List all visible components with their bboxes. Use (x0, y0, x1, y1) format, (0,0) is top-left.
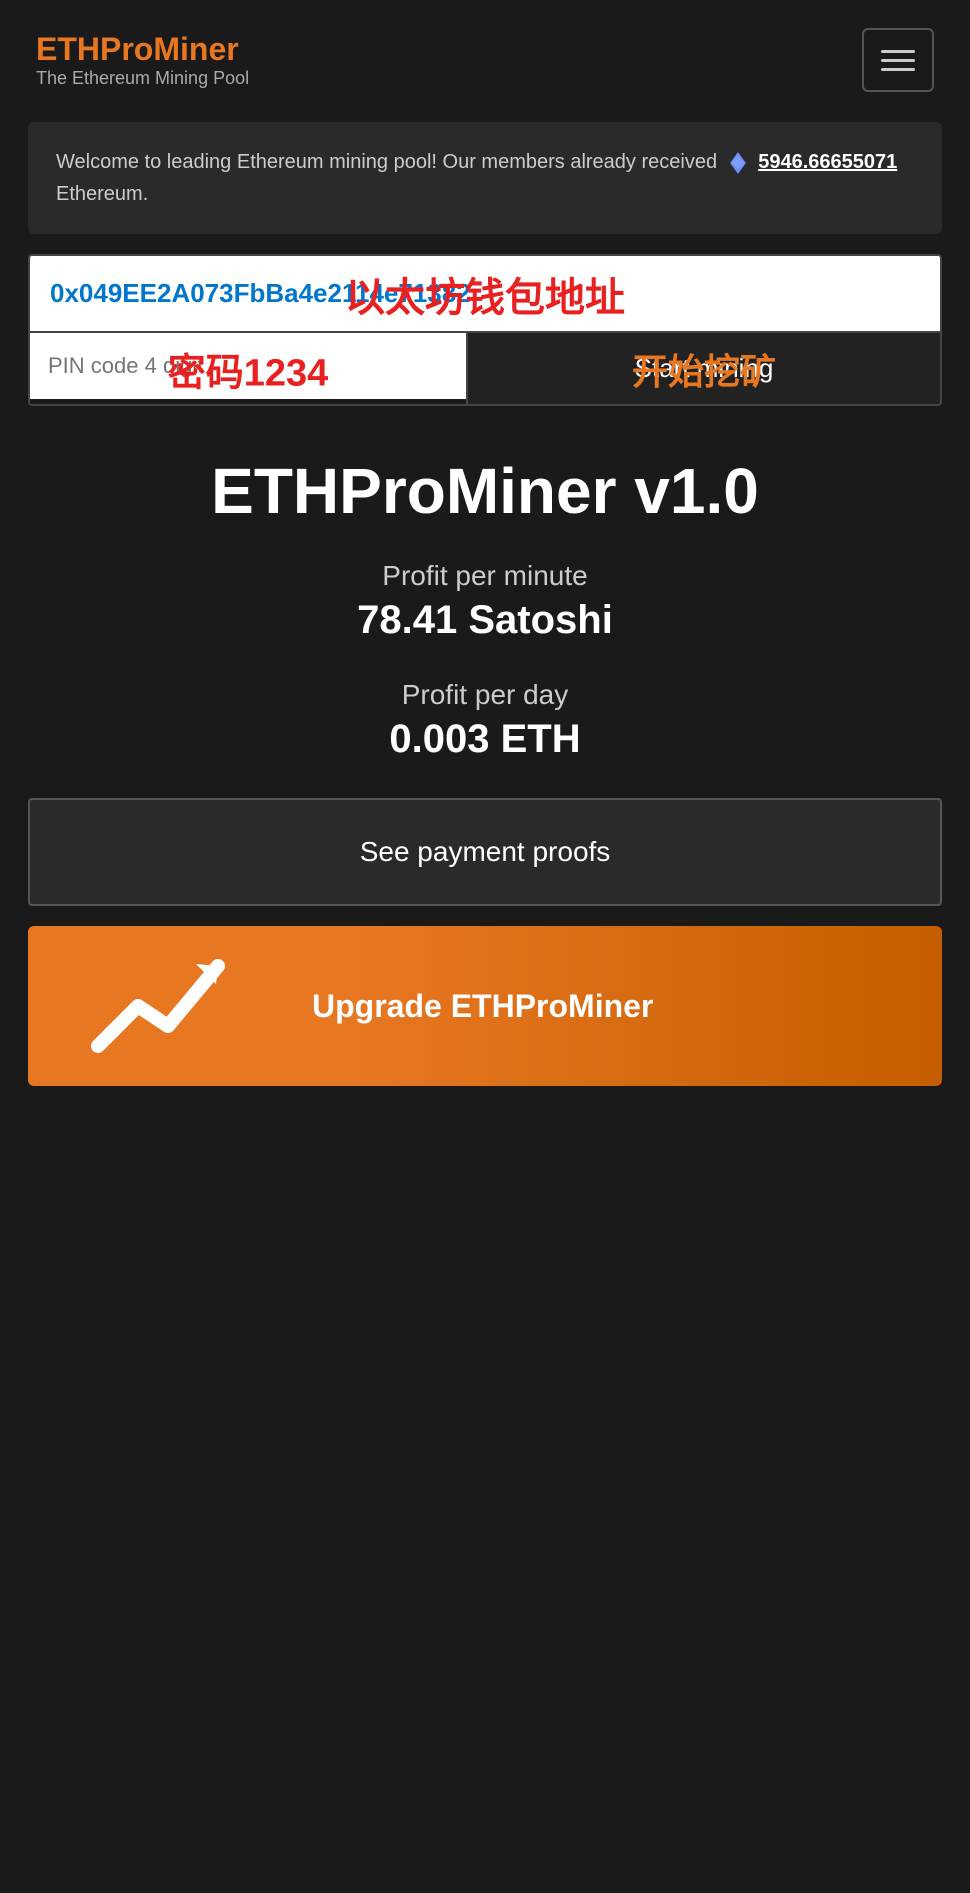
eth-amount: 5946.66655071 (758, 151, 897, 173)
profit-per-day-value: 0.003 ETH (28, 717, 942, 762)
upgrade-arrow-area (28, 926, 288, 1086)
wallet-input-wrapper: 以太坊钱包地址 (30, 256, 940, 333)
welcome-box: Welcome to leading Ethereum mining pool!… (28, 122, 942, 234)
logo-subtitle: The Ethereum Mining Pool (36, 68, 249, 89)
pin-input-wrapper: 密码1234 (30, 333, 468, 404)
profit-per-day-block: Profit per day 0.003 ETH (28, 679, 942, 762)
wallet-input[interactable] (30, 256, 940, 331)
payment-proofs-label: See payment proofs (360, 836, 611, 867)
header: ETHProMiner The Ethereum Mining Pool (0, 0, 970, 112)
upgrade-arrow-icon (88, 946, 228, 1066)
profit-per-day-label: Profit per day (28, 679, 942, 711)
hamburger-button[interactable] (862, 28, 934, 92)
profit-per-minute-value: 78.41 Satoshi (28, 598, 942, 643)
hamburger-line-3 (881, 68, 915, 71)
bottom-row: 密码1234 Start mining 开始挖矿 (30, 333, 940, 404)
hamburger-line-1 (881, 50, 915, 53)
logo-title: ETHProMiner (36, 31, 249, 68)
version-title: ETHProMiner v1.0 (28, 454, 942, 528)
input-section: 以太坊钱包地址 密码1234 Start mining 开始挖矿 (28, 254, 942, 406)
profit-per-minute-label: Profit per minute (28, 560, 942, 592)
upgrade-label: Upgrade ETHProMiner (312, 988, 653, 1024)
start-mining-label: Start mining (635, 353, 774, 383)
start-mining-button[interactable]: Start mining 开始挖矿 (468, 333, 940, 404)
welcome-text: Welcome to leading Ethereum mining pool!… (56, 146, 914, 210)
upgrade-banner[interactable]: Upgrade ETHProMiner (28, 926, 942, 1086)
leading-word: leading (167, 151, 232, 173)
hamburger-line-2 (881, 59, 915, 62)
already-word: already (570, 151, 636, 173)
pin-input[interactable] (30, 333, 466, 399)
logo-area: ETHProMiner The Ethereum Mining Pool (36, 31, 249, 89)
upgrade-text-area: Upgrade ETHProMiner (288, 968, 942, 1045)
eth-diamond-icon (727, 152, 749, 174)
profit-per-minute-block: Profit per minute 78.41 Satoshi (28, 560, 942, 643)
payment-proofs-button[interactable]: See payment proofs (28, 798, 942, 906)
